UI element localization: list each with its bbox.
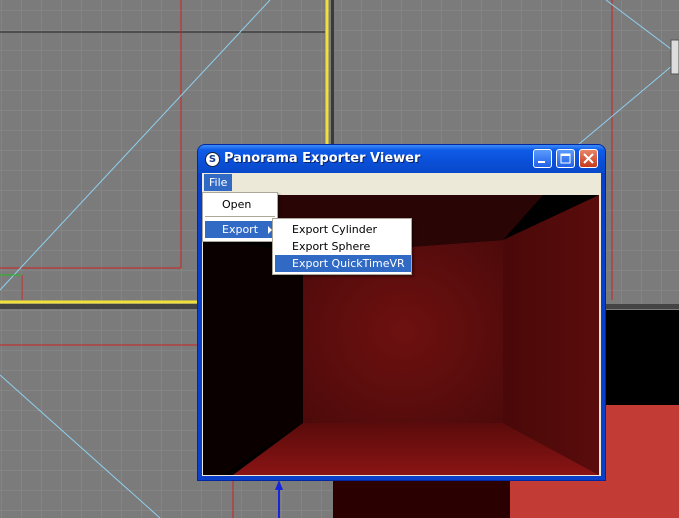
maximize-icon xyxy=(560,153,571,164)
file-menu: Open Export xyxy=(202,192,278,242)
menu-item-export[interactable]: Export xyxy=(205,221,277,238)
menu-bar: File xyxy=(202,173,601,192)
menu-file[interactable]: File xyxy=(204,174,233,191)
maximize-button[interactable] xyxy=(556,149,575,168)
menu-item-export-quicktimevr[interactable]: Export QuickTimeVR xyxy=(275,255,411,272)
menu-item-export-sphere[interactable]: Export Sphere xyxy=(275,238,411,255)
export-submenu: Export Cylinder Export Sphere Export Qui… xyxy=(272,218,412,275)
menu-item-export-cylinder[interactable]: Export Cylinder xyxy=(275,221,411,238)
close-icon xyxy=(583,153,594,164)
menu-item-export-label: Export xyxy=(222,223,259,236)
minimize-button[interactable] xyxy=(533,149,552,168)
title-bar[interactable]: S Panorama Exporter Viewer xyxy=(198,145,605,173)
minimize-icon xyxy=(538,161,545,163)
close-button[interactable] xyxy=(579,149,598,168)
app-logo-icon: S xyxy=(205,152,220,167)
window-title: Panorama Exporter Viewer xyxy=(224,151,421,166)
menu-item-open[interactable]: Open xyxy=(205,196,277,213)
menu-separator xyxy=(205,216,275,217)
